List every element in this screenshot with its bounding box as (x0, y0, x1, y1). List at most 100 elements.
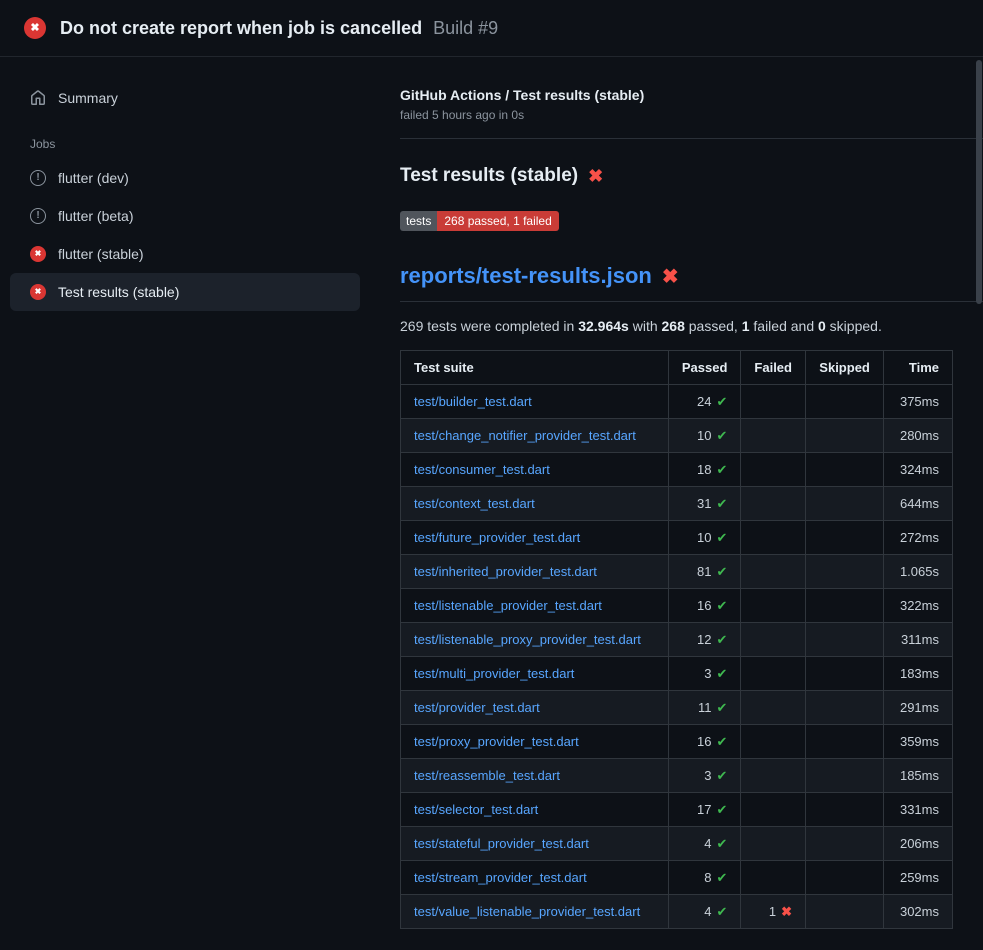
check-icon: ✔ (717, 530, 728, 545)
jobs-section-label: Jobs (10, 117, 360, 159)
skipped-cell (805, 487, 883, 521)
check-icon: ✔ (717, 598, 728, 613)
sidebar-job-flutter-dev[interactable]: ! flutter (dev) (10, 159, 360, 197)
check-icon: ✔ (717, 666, 728, 681)
suite-link[interactable]: test/future_provider_test.dart (414, 530, 580, 545)
suite-cell: test/stream_provider_test.dart (401, 861, 669, 895)
count: 81 (697, 564, 711, 579)
table-row: test/context_test.dart 31 ✔ 644ms (401, 487, 953, 521)
section-title-text: Test results (stable) (400, 165, 578, 187)
x-icon: ✖ (781, 904, 792, 919)
run-header: ✖ Do not create report when job is cance… (0, 0, 983, 57)
suite-cell: test/stateful_provider_test.dart (401, 827, 669, 861)
suite-cell: test/context_test.dart (401, 487, 669, 521)
time-cell: 302ms (883, 895, 952, 929)
job-label: flutter (dev) (58, 170, 129, 186)
summary-number: 32.964s (578, 318, 629, 334)
suite-link[interactable]: test/selector_test.dart (414, 802, 538, 817)
tests-badge: tests 268 passed, 1 failed (400, 211, 559, 231)
breadcrumb: GitHub Actions / Test results (stable) (400, 87, 953, 103)
passed-cell: 24 ✔ (668, 385, 741, 419)
suite-cell: test/value_listenable_provider_test.dart (401, 895, 669, 929)
check-icon: ✔ (717, 394, 728, 409)
count: 24 (697, 394, 711, 409)
suite-link[interactable]: test/stream_provider_test.dart (414, 870, 587, 885)
suite-cell: test/listenable_proxy_provider_test.dart (401, 623, 669, 657)
check-icon: ✔ (717, 802, 728, 817)
sidebar-job-flutter-beta[interactable]: !flutter (beta) (10, 197, 360, 235)
suite-link[interactable]: test/listenable_proxy_provider_test.dart (414, 632, 641, 647)
suite-link[interactable]: test/listenable_provider_test.dart (414, 598, 602, 613)
sidebar-item-summary[interactable]: Summary (10, 79, 360, 117)
suite-link[interactable]: test/builder_test.dart (414, 394, 532, 409)
count: 16 (697, 734, 711, 749)
count: 3 (704, 768, 711, 783)
failed-cell (741, 555, 806, 589)
page-body: Summary Jobs ! flutter (dev) !flutter (bet… (0, 57, 983, 929)
report-link[interactable]: reports/test-results.json (400, 263, 652, 289)
skipped-cell (805, 793, 883, 827)
failed-cell (741, 487, 806, 521)
suite-link[interactable]: test/change_notifier_provider_test.dart (414, 428, 636, 443)
skipped-cell (805, 725, 883, 759)
suite-link[interactable]: test/stateful_provider_test.dart (414, 836, 589, 851)
table-row: test/consumer_test.dart18✔324ms (401, 453, 953, 487)
table-row: test/selector_test.dart17✔331ms (401, 793, 953, 827)
suite-link[interactable]: test/proxy_provider_test.dart (414, 734, 579, 749)
suite-cell: test/multi_provider_test.dart (401, 657, 669, 691)
count: 10 (697, 530, 711, 545)
failed-cell (741, 385, 806, 419)
suite-link[interactable]: test/reassemble_test.dart (414, 768, 560, 783)
failed-cell (741, 521, 806, 555)
count: 16 (697, 598, 711, 613)
suite-link[interactable]: test/consumer_test.dart (414, 462, 550, 477)
suite-cell: test/inherited_provider_test.dart (401, 555, 669, 589)
skipped-cell (805, 589, 883, 623)
suite-link[interactable]: test/value_listenable_provider_test.dart (414, 904, 640, 919)
passed-cell: 10✔ (668, 419, 741, 453)
suite-link[interactable]: test/context_test.dart (414, 496, 535, 511)
count: 1 (769, 904, 776, 919)
scrollbar-thumb[interactable] (976, 60, 982, 304)
failed-x-icon: ✖ (662, 264, 679, 289)
skipped-cell (805, 521, 883, 555)
time-cell: 324ms (883, 453, 952, 487)
summary-text: failed and (750, 318, 819, 334)
passed-cell: 17✔ (668, 793, 741, 827)
check-icon: ✔ (717, 632, 728, 647)
check-icon: ✔ (717, 496, 728, 511)
test-results-table: Test suitePassedFailedSkippedTime test/b… (400, 350, 953, 929)
skipped-cell (805, 827, 883, 861)
time-cell: 311ms (883, 623, 952, 657)
count: 31 (697, 496, 711, 511)
suite-cell: test/future_provider_test.dart (401, 521, 669, 555)
time-cell: 291ms (883, 691, 952, 725)
column-header-skipped: Skipped (805, 351, 883, 385)
suite-link[interactable]: test/multi_provider_test.dart (414, 666, 574, 681)
x-circle-icon: ✖ (30, 284, 46, 300)
summary-label: Summary (58, 90, 118, 106)
check-icon: ✔ (717, 700, 728, 715)
suite-cell: test/change_notifier_provider_test.dart (401, 419, 669, 453)
failed-cell (741, 793, 806, 827)
test-summary-line: 269 tests were completed in 32.964s with… (400, 318, 953, 334)
time-cell: 644ms (883, 487, 952, 521)
neutral-circle-icon: ! (30, 170, 46, 186)
table-row: test/future_provider_test.dart10✔272ms (401, 521, 953, 555)
check-icon: ✔ (717, 870, 728, 885)
sidebar-job-test-results-stable[interactable]: ✖Test results (stable) (10, 273, 360, 311)
run-build-number: Build #9 (433, 18, 498, 38)
count: 3 (704, 666, 711, 681)
suite-link[interactable]: test/provider_test.dart (414, 700, 540, 715)
summary-text: skipped. (826, 318, 882, 334)
table-row: test/builder_test.dart24✔375ms (401, 385, 953, 419)
failed-cell: 1✖ (741, 895, 806, 929)
check-icon: ✔ (717, 768, 728, 783)
sidebar-job-flutter-stable[interactable]: ✖flutter (stable) (10, 235, 360, 273)
table-row: test/multi_provider_test.dart3✔183ms (401, 657, 953, 691)
suite-link[interactable]: test/inherited_provider_test.dart (414, 564, 597, 579)
suite-cell: test/builder_test.dart (401, 385, 669, 419)
time-cell: 322ms (883, 589, 952, 623)
count: 18 (697, 462, 711, 477)
summary-number: 1 (742, 318, 750, 334)
